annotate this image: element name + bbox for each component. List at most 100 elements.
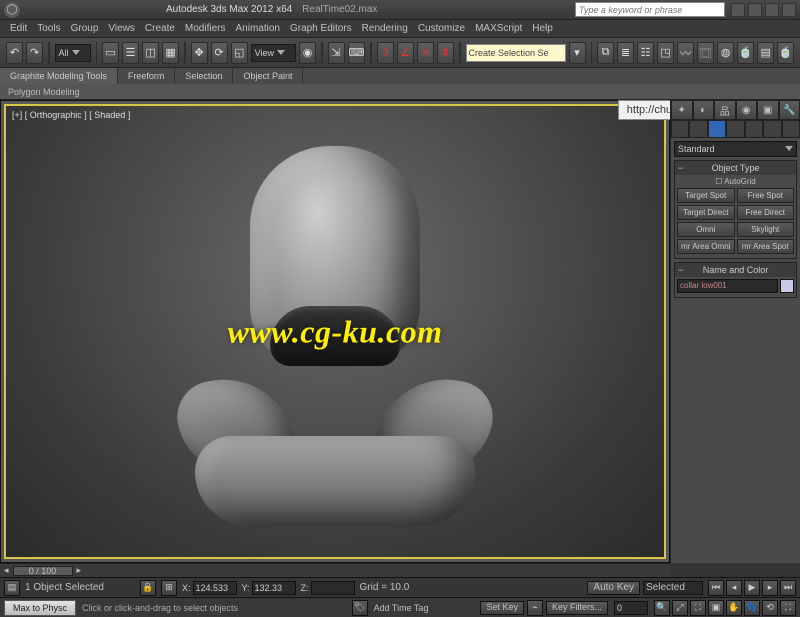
selection-filter-dropdown[interactable]: All bbox=[55, 44, 91, 62]
angle-snap-button[interactable]: ∠ bbox=[397, 42, 414, 64]
mirror-button[interactable]: ⧉ bbox=[597, 42, 614, 64]
menu-create[interactable]: Create bbox=[145, 23, 175, 34]
viewport[interactable]: [+] [ Orthographic ] [ Shaded ] www.cg-k… bbox=[4, 104, 666, 559]
snap-toggle-button[interactable]: 3 bbox=[377, 42, 394, 64]
menu-animation[interactable]: Animation bbox=[235, 23, 279, 34]
light-mr-area-spot[interactable]: mr Area Spot bbox=[737, 239, 795, 254]
auto-key-button[interactable]: Auto Key bbox=[587, 581, 640, 595]
cp-tab-hierarchy[interactable]: 品 bbox=[714, 100, 736, 120]
cp-tab-display[interactable]: ▣ bbox=[757, 100, 779, 120]
light-free-spot[interactable]: Free Spot bbox=[737, 188, 795, 203]
cp-tab-motion[interactable]: ◉ bbox=[736, 100, 758, 120]
light-skylight[interactable]: Skylight bbox=[737, 222, 795, 237]
y-coord-input[interactable] bbox=[252, 581, 296, 595]
current-frame-input[interactable] bbox=[614, 601, 648, 615]
select-manipulate-button[interactable]: ⇲ bbox=[328, 42, 345, 64]
select-region-button[interactable]: ◫ bbox=[142, 42, 159, 64]
maximize-icon[interactable] bbox=[765, 3, 779, 17]
align-button[interactable]: ≣ bbox=[617, 42, 634, 64]
ribbon-tab-graphite[interactable]: Graphite Modeling Tools bbox=[0, 68, 118, 84]
redo-button[interactable]: ↷ bbox=[26, 42, 43, 64]
nav-walk-button[interactable]: 👣 bbox=[744, 600, 760, 616]
spinner-snap-button[interactable]: ⇕ bbox=[437, 42, 454, 64]
object-name-input[interactable]: collar low001 bbox=[677, 279, 778, 293]
key-target-dropdown[interactable]: Selected bbox=[643, 581, 703, 595]
light-omni[interactable]: Omni bbox=[677, 222, 735, 237]
select-by-name-button[interactable]: ☰ bbox=[122, 42, 139, 64]
trackbar-toggle[interactable]: ▤ bbox=[4, 580, 20, 596]
menu-graph-editors[interactable]: Graph Editors bbox=[290, 23, 352, 34]
light-category-dropdown[interactable]: Standard bbox=[674, 141, 797, 157]
nav-maximize-viewport-button[interactable]: ⛶ bbox=[780, 600, 796, 616]
minimize-icon[interactable] bbox=[748, 3, 762, 17]
use-pivot-button[interactable]: ◉ bbox=[299, 42, 316, 64]
named-selection-input[interactable] bbox=[466, 44, 566, 62]
close-icon[interactable] bbox=[782, 3, 796, 17]
autogrid-checkbox[interactable]: ☐ AutoGrid bbox=[677, 177, 794, 186]
object-color-swatch[interactable] bbox=[780, 279, 794, 293]
rollout-object-type-header[interactable]: Object Type bbox=[675, 161, 796, 175]
time-slider[interactable]: ◂ 0 / 100 ▸ bbox=[0, 563, 670, 577]
add-time-tag-label[interactable]: Add Time Tag bbox=[374, 603, 429, 613]
time-prev-button[interactable]: ◂ bbox=[4, 565, 9, 576]
curve-editor-button[interactable]: 〰 bbox=[677, 42, 694, 64]
next-frame-button[interactable]: ▸ bbox=[762, 580, 778, 596]
cp-sub-cameras[interactable] bbox=[726, 120, 744, 138]
cp-sub-systems[interactable] bbox=[782, 120, 800, 138]
set-key-button[interactable]: Set Key bbox=[480, 601, 524, 615]
cp-sub-helpers[interactable] bbox=[745, 120, 763, 138]
undo-button[interactable]: ↶ bbox=[6, 42, 23, 64]
goto-end-button[interactable]: ⏭ bbox=[780, 580, 796, 596]
help-icon[interactable] bbox=[731, 3, 745, 17]
ribbon-tab-freeform[interactable]: Freeform bbox=[118, 68, 176, 84]
help-search-input[interactable] bbox=[575, 2, 725, 17]
z-coord-input[interactable] bbox=[311, 581, 355, 595]
play-button[interactable]: ▶ bbox=[744, 580, 760, 596]
nav-zoom-all-button[interactable]: ⤢ bbox=[672, 600, 688, 616]
nav-zoom-extents-button[interactable]: ⛶ bbox=[690, 600, 706, 616]
nav-pan-button[interactable]: ✋ bbox=[726, 600, 742, 616]
layer-manager-button[interactable]: ☷ bbox=[637, 42, 654, 64]
light-target-direct[interactable]: Target Direct bbox=[677, 205, 735, 220]
menu-maxscript[interactable]: MAXScript bbox=[475, 23, 522, 34]
menu-customize[interactable]: Customize bbox=[418, 23, 465, 34]
render-setup-button[interactable]: 🍵 bbox=[737, 42, 754, 64]
time-tag-icon[interactable]: 🏷 bbox=[352, 600, 368, 616]
percent-snap-button[interactable]: % bbox=[417, 42, 434, 64]
graphite-toggle-button[interactable]: ◳ bbox=[657, 42, 674, 64]
menu-group[interactable]: Group bbox=[71, 23, 99, 34]
cp-tab-create[interactable]: ✦ bbox=[671, 100, 693, 120]
cp-sub-shapes[interactable] bbox=[689, 120, 707, 138]
window-crossing-button[interactable]: ▦ bbox=[162, 42, 179, 64]
cp-tab-modify[interactable]: ◐ bbox=[693, 100, 715, 120]
absolute-mode-button[interactable]: ⊞ bbox=[161, 580, 177, 596]
light-target-spot[interactable]: Target Spot bbox=[677, 188, 735, 203]
goto-start-button[interactable]: ⏮ bbox=[708, 580, 724, 596]
cp-sub-geometry[interactable] bbox=[671, 120, 689, 138]
menu-help[interactable]: Help bbox=[532, 23, 553, 34]
maxscript-button[interactable]: Max to Physc bbox=[4, 600, 76, 616]
cp-sub-lights[interactable] bbox=[708, 120, 726, 138]
named-sel-dropdown[interactable]: ▾ bbox=[569, 42, 586, 64]
rollout-name-color-header[interactable]: Name and Color bbox=[675, 263, 796, 277]
nav-zoom-button[interactable]: 🔍 bbox=[654, 600, 670, 616]
ribbon-tab-object-paint[interactable]: Object Paint bbox=[233, 68, 303, 84]
material-editor-button[interactable]: ◍ bbox=[717, 42, 734, 64]
menu-rendering[interactable]: Rendering bbox=[362, 23, 408, 34]
key-icon[interactable]: ⌁ bbox=[527, 600, 543, 616]
move-button[interactable]: ✥ bbox=[191, 42, 208, 64]
render-frame-button[interactable]: ▤ bbox=[757, 42, 774, 64]
time-slider-handle[interactable]: 0 / 100 bbox=[13, 566, 73, 576]
scale-button[interactable]: ◱ bbox=[231, 42, 248, 64]
menu-views[interactable]: Views bbox=[108, 23, 135, 34]
render-button[interactable]: 🍵 bbox=[777, 42, 794, 64]
rotate-button[interactable]: ⟳ bbox=[211, 42, 228, 64]
key-filters-button[interactable]: Key Filters... bbox=[546, 601, 608, 615]
cp-sub-spacewarps[interactable] bbox=[763, 120, 781, 138]
cp-tab-utilities[interactable]: 🔧 bbox=[779, 100, 800, 120]
prev-frame-button[interactable]: ◂ bbox=[726, 580, 742, 596]
nav-orbit-button[interactable]: ⟲ bbox=[762, 600, 778, 616]
viewport-label[interactable]: [+] [ Orthographic ] [ Shaded ] bbox=[12, 110, 130, 120]
menu-edit[interactable]: Edit bbox=[10, 23, 27, 34]
lock-selection-button[interactable]: 🔒 bbox=[140, 580, 156, 596]
